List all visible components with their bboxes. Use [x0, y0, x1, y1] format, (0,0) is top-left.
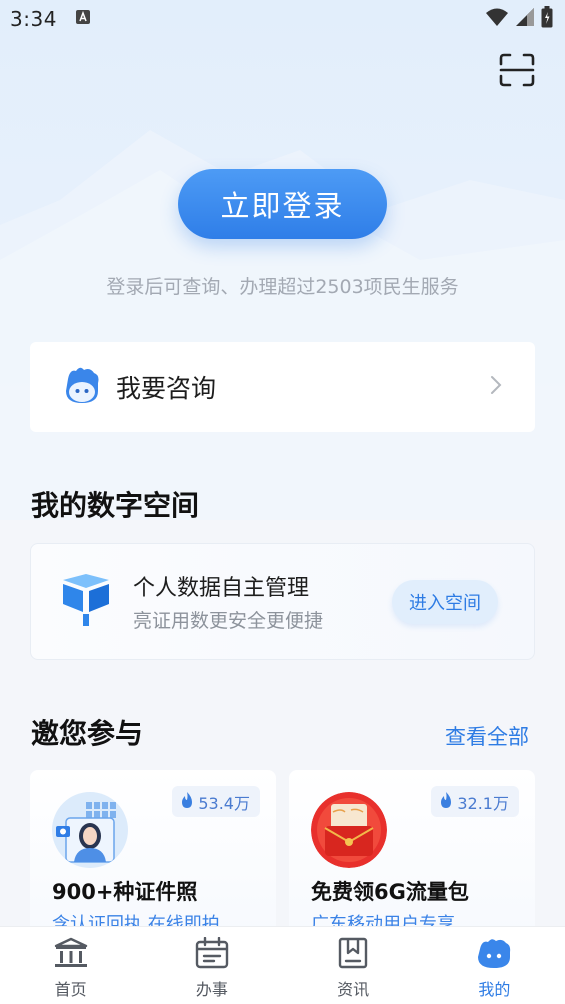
tab-mine[interactable]: 我的 [424, 927, 565, 1004]
digital-space-card-title: 个人数据自主管理 [133, 576, 310, 601]
scan-icon [499, 53, 535, 91]
see-all-link[interactable]: 查看全部 [445, 721, 529, 751]
notification-a-icon [75, 9, 91, 29]
activity-card-title: 900+种证件照 [52, 880, 198, 904]
assistant-mascot-icon [62, 365, 102, 409]
battery-icon [541, 6, 553, 32]
status-bar: 3:34 [0, 0, 565, 38]
login-tip: 登录后可查询、办理超过2503项民生服务 [106, 276, 459, 298]
bottom-tab-bar: 首页 办事 资讯 我的 [0, 926, 565, 1004]
popularity-badge: 32.1万 [431, 786, 519, 817]
login-button[interactable]: 立即登录 [178, 169, 387, 239]
tab-label: 我的 [478, 980, 511, 999]
scan-button[interactable] [498, 53, 536, 91]
digital-space-card: 个人数据自主管理 亮证用数更安全更便捷 进入空间 [30, 543, 535, 660]
digital-space-title: 我的数字空间 [31, 489, 200, 522]
home-building-icon [53, 937, 89, 973]
red-packet-illustration [311, 792, 387, 868]
tab-news[interactable]: 资讯 [283, 927, 424, 1004]
consult-entry[interactable]: 我要咨询 [30, 342, 535, 432]
tab-label: 资讯 [337, 980, 370, 999]
wifi-icon [485, 7, 509, 31]
tab-label: 首页 [54, 980, 87, 999]
enter-space-button[interactable]: 进入空间 [392, 579, 498, 624]
bookmark-news-icon [338, 937, 368, 973]
tab-label: 办事 [195, 980, 228, 999]
chevron-right-icon [489, 374, 503, 400]
signal-icon [515, 7, 535, 31]
id-photo-illustration [52, 792, 128, 868]
flame-icon [180, 791, 194, 812]
activity-card-title: 免费领6G流量包 [311, 880, 469, 904]
digital-space-logo-icon [61, 573, 111, 630]
mountain-decoration [0, 130, 565, 520]
tab-home[interactable]: 首页 [0, 927, 141, 1004]
tab-services[interactable]: 办事 [141, 927, 282, 1004]
popularity-count: 32.1万 [457, 793, 509, 813]
flame-icon [439, 791, 453, 812]
activity-card-id-photo[interactable]: 53.4万 900+种证件照 含认证回执 在线即拍 [30, 770, 276, 950]
profile-mascot-icon [476, 937, 512, 973]
status-time: 3:34 [10, 7, 57, 31]
participate-title: 邀您参与 [31, 717, 144, 750]
popularity-badge: 53.4万 [172, 786, 260, 817]
digital-space-card-subtitle: 亮证用数更安全更便捷 [133, 610, 324, 632]
header-background [0, 0, 565, 520]
activity-card-data-package[interactable]: 32.1万 免费领6G流量包 广东移动用户专享 [289, 770, 535, 950]
popularity-count: 53.4万 [198, 793, 250, 813]
consult-label: 我要咨询 [116, 374, 217, 403]
calendar-icon [195, 936, 229, 973]
